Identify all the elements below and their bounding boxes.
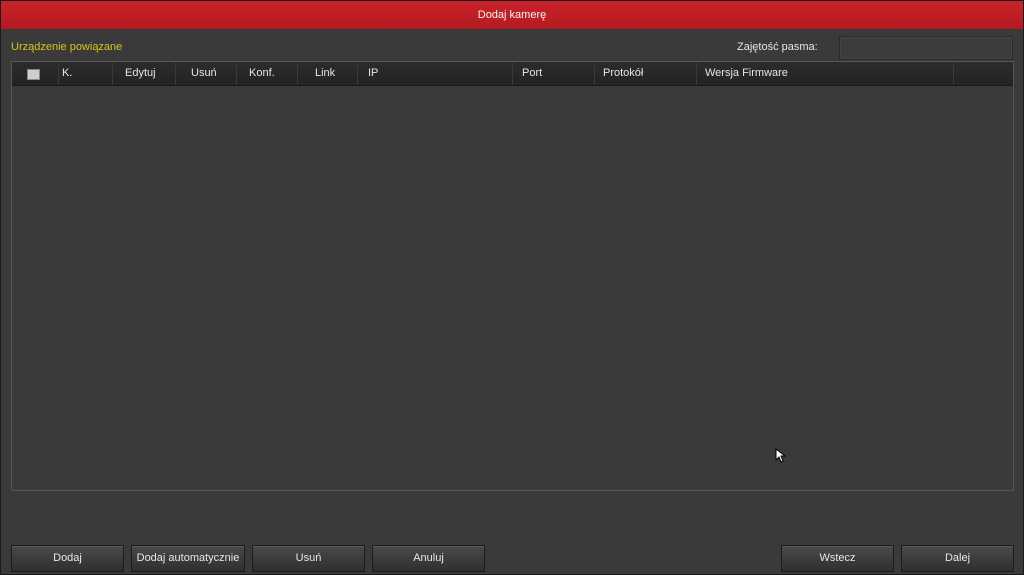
section-label: Urządzenie powiązane [11,41,123,53]
auto-add-button[interactable]: Dodaj automatycznie [131,545,245,572]
add-camera-window: Dodaj kamerę Urządzenie powiązane Zajęto… [0,0,1024,575]
column-header-protocol[interactable]: Protokół [595,62,697,85]
table-body [12,86,1013,490]
column-header-delete[interactable]: Usuń [176,62,237,85]
column-header-firmware[interactable]: Wersja Firmware [697,62,954,85]
delete-button[interactable]: Usuń [252,545,365,572]
add-button[interactable]: Dodaj [11,545,124,572]
bandwidth-field [839,36,1013,60]
column-header-port[interactable]: Port [513,62,595,85]
cancel-button[interactable]: Anuluj [372,545,485,572]
mouse-cursor-icon [775,448,787,463]
column-header-config[interactable]: Konf. [237,62,298,85]
header-select-all [12,62,59,85]
bandwidth-label: Zajętość pasma: [737,41,818,53]
column-header-k[interactable]: K. [59,62,113,85]
back-button[interactable]: Wstecz [781,545,894,572]
column-header-link[interactable]: Link [298,62,358,85]
window-title: Dodaj kamerę [1,1,1023,29]
next-button[interactable]: Dalej [901,545,1014,572]
column-header-extra [954,62,1013,85]
select-all-checkbox[interactable] [27,69,40,80]
device-table: K. Edytuj Usuń Konf. Link IP Port Protok… [11,61,1014,491]
column-header-edit[interactable]: Edytuj [113,62,176,85]
table-header: K. Edytuj Usuń Konf. Link IP Port Protok… [12,62,1013,86]
column-header-ip[interactable]: IP [358,62,513,85]
